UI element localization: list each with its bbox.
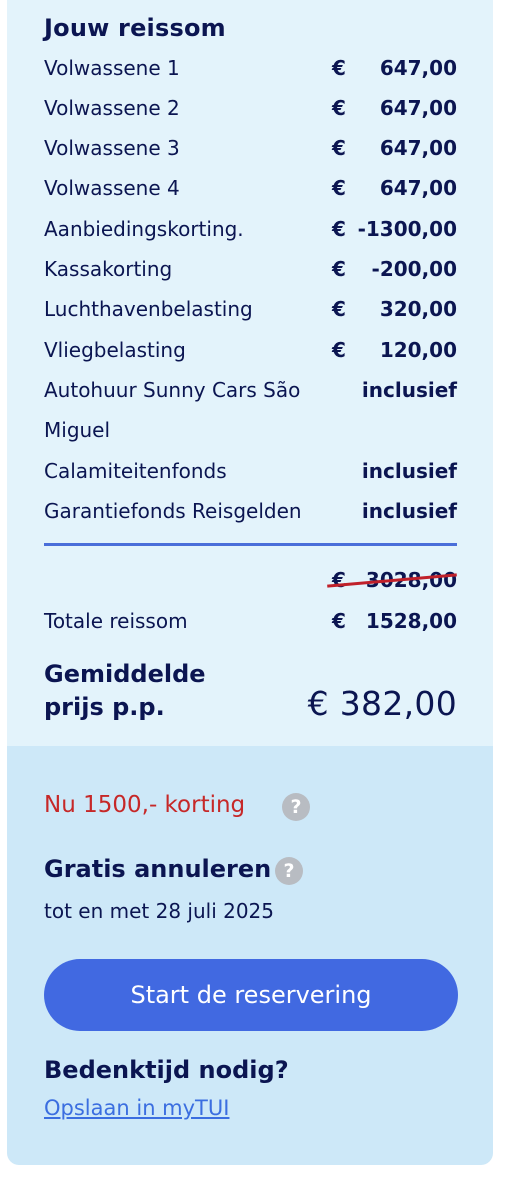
included-row: Calamiteitenfonds inclusief bbox=[44, 451, 457, 491]
start-reservation-button[interactable]: Start de reservering bbox=[44, 959, 458, 1031]
currency-symbol: € bbox=[332, 257, 346, 281]
help-icon[interactable]: ? bbox=[275, 857, 303, 885]
currency-symbol: € bbox=[332, 568, 346, 592]
free-cancellation-title: Gratis annuleren ? bbox=[44, 855, 303, 885]
price-row-amount: 647,00 bbox=[379, 136, 457, 160]
price-row: Volwassene 1 € 647,00 bbox=[44, 48, 457, 88]
price-row: Volwassene 4 € 647,00 bbox=[44, 168, 457, 208]
price-row-label: Kassakorting bbox=[44, 257, 173, 281]
average-price-value: € 382,00 bbox=[307, 684, 457, 723]
help-icon[interactable]: ? bbox=[282, 793, 310, 821]
price-row-label: Vliegbelasting bbox=[44, 338, 186, 362]
price-summary-card: Jouw reissom Volwassene 1 € 647,00 Volwa… bbox=[7, 0, 493, 1165]
included-badge: inclusief bbox=[361, 378, 457, 402]
included-badge: inclusief bbox=[361, 459, 457, 483]
price-row-amount: -200,00 bbox=[371, 257, 457, 281]
price-row: Aanbiedingskorting. € -1300,00 bbox=[44, 209, 457, 249]
currency-symbol: € bbox=[332, 338, 346, 362]
total-amount: 1528,00 bbox=[365, 609, 457, 633]
discount-label: Nu 1500,- korting ? bbox=[44, 792, 310, 821]
price-row-label: Aanbiedingskorting. bbox=[44, 217, 244, 241]
currency-symbol: € bbox=[332, 176, 346, 200]
price-row-label: Volwassene 1 bbox=[44, 56, 180, 80]
included-row: Autohuur Sunny Cars São Miguel inclusief bbox=[44, 370, 457, 450]
price-row-amount: 120,00 bbox=[379, 338, 457, 362]
price-row-amount: 647,00 bbox=[379, 96, 457, 120]
save-in-mytui-link[interactable]: Opslaan in myTUI bbox=[44, 1096, 229, 1120]
total-row: Totale reissom € 1528,00 bbox=[44, 601, 457, 641]
price-row-label: Volwassene 3 bbox=[44, 136, 180, 160]
included-row-label: Garantiefonds Reisgelden bbox=[44, 499, 302, 523]
old-total-price: € 3028,00 bbox=[44, 560, 457, 600]
currency-symbol: € bbox=[332, 609, 346, 633]
reflection-time-title: Bedenktijd nodig? bbox=[44, 1056, 289, 1084]
price-row-label: Volwassene 2 bbox=[44, 96, 180, 120]
price-breakdown-section: Jouw reissom Volwassene 1 € 647,00 Volwa… bbox=[7, 0, 493, 746]
price-row-label: Volwassene 4 bbox=[44, 176, 180, 200]
included-row: Garantiefonds Reisgelden inclusief bbox=[44, 491, 457, 531]
price-row: Kassakorting € -200,00 bbox=[44, 249, 457, 289]
price-row: Volwassene 2 € 647,00 bbox=[44, 88, 457, 128]
price-row: Vliegbelasting € 120,00 bbox=[44, 330, 457, 370]
included-badge: inclusief bbox=[361, 499, 457, 523]
price-row-label: Luchthavenbelasting bbox=[44, 297, 253, 321]
currency-symbol: € bbox=[332, 136, 346, 160]
price-row-amount: 320,00 bbox=[379, 297, 457, 321]
price-row: Luchthavenbelasting € 320,00 bbox=[44, 289, 457, 329]
total-label: Totale reissom bbox=[44, 609, 188, 633]
discount-text: Nu 1500,- korting bbox=[44, 792, 246, 818]
divider bbox=[44, 543, 457, 546]
currency-symbol: € bbox=[332, 56, 346, 80]
price-row-amount: 647,00 bbox=[379, 176, 457, 200]
price-row-amount: 647,00 bbox=[379, 56, 457, 80]
currency-symbol: € bbox=[332, 96, 346, 120]
average-price-label: Gemiddelde prijs p.p. bbox=[44, 660, 206, 721]
price-row: Volwassene 3 € 647,00 bbox=[44, 128, 457, 168]
included-row-label: Calamiteitenfonds bbox=[44, 459, 227, 483]
free-cancellation-text: Gratis annuleren bbox=[44, 855, 272, 883]
free-cancellation-deadline: tot en met 28 juli 2025 bbox=[44, 899, 275, 923]
currency-symbol: € bbox=[332, 297, 346, 321]
section-title: Jouw reissom bbox=[44, 14, 226, 42]
price-row-amount: -1300,00 bbox=[357, 217, 457, 241]
currency-symbol: € bbox=[332, 217, 346, 241]
included-row-label: Autohuur Sunny Cars São Miguel bbox=[44, 378, 301, 442]
